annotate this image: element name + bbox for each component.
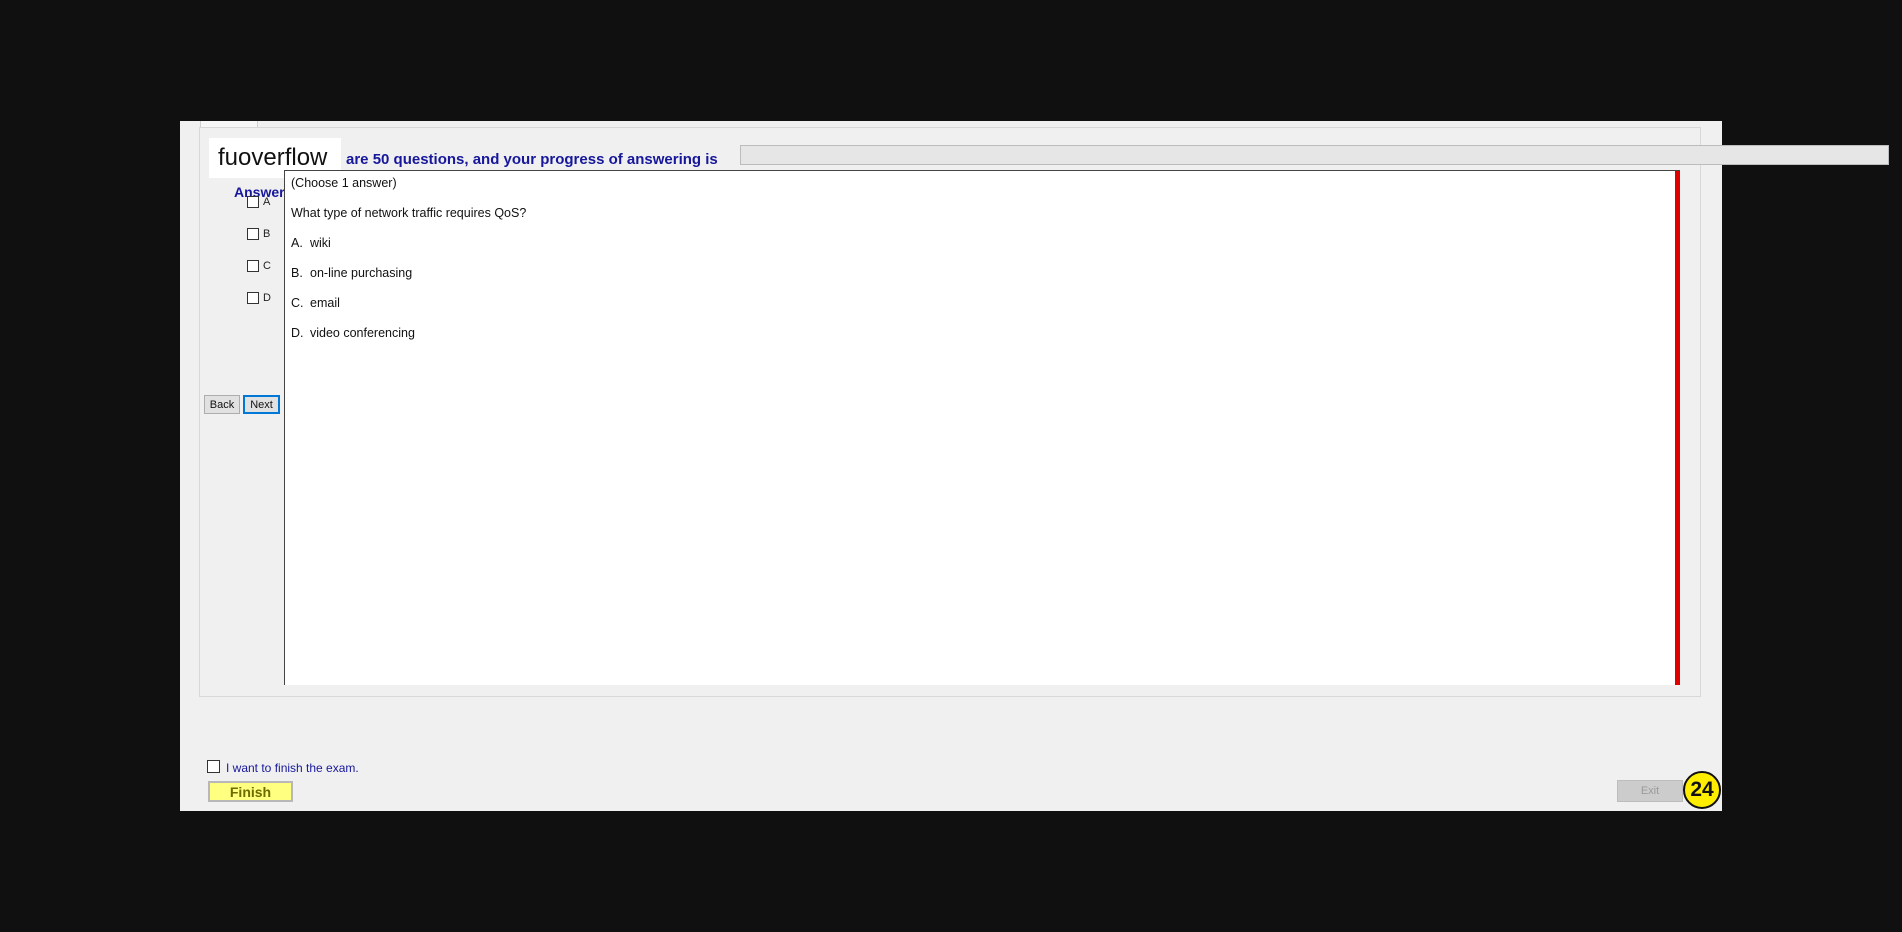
question-text: What type of network traffic requires Qo… [291, 206, 527, 220]
choice-text: on-line purchasing [310, 266, 413, 280]
exit-button[interactable]: Exit [1617, 780, 1683, 802]
scroll-marker [1675, 171, 1680, 685]
answer-option-label: B [263, 228, 271, 240]
exam-window: fuoverflow are 50 questions, and your pr… [180, 121, 1889, 811]
answer-option-c[interactable]: C [247, 258, 271, 274]
question-number-badge: 24 [1683, 771, 1721, 809]
checkbox-a[interactable] [247, 196, 259, 208]
choice-text: video conferencing [310, 326, 415, 340]
choice-text: wiki [310, 236, 331, 250]
choice-letter: C. [291, 296, 304, 310]
checkbox-c[interactable] [247, 260, 259, 272]
answer-option-a[interactable]: A [247, 194, 270, 210]
choice-letter: A. [291, 236, 303, 250]
answer-option-label: D [263, 292, 271, 304]
finish-exam-checkbox[interactable] [207, 760, 220, 773]
choice-d: D. video conferencing [291, 326, 415, 340]
answer-option-b[interactable]: B [247, 226, 270, 242]
finish-exam-label[interactable]: I want to finish the exam. [226, 761, 359, 775]
choice-letter: B. [291, 266, 303, 280]
question-panel: fuoverflow are 50 questions, and your pr… [199, 127, 1889, 697]
checkbox-d[interactable] [247, 292, 259, 304]
next-button[interactable]: Next [243, 395, 280, 414]
back-button[interactable]: Back [204, 395, 240, 414]
answer-option-d[interactable]: D [247, 290, 271, 306]
progress-bar [740, 145, 1889, 165]
finish-button[interactable]: Finish [208, 781, 293, 802]
choice-b: B. on-line purchasing [291, 266, 412, 280]
question-content: (Choose 1 answer) What type of network t… [284, 170, 1680, 685]
progress-text: are 50 questions, and your progress of a… [346, 151, 718, 168]
choice-c: C. email [291, 296, 340, 310]
choice-a: A. wiki [291, 236, 331, 250]
choice-text: email [310, 296, 340, 310]
question-instruction: (Choose 1 answer) [291, 176, 397, 190]
choice-letter: D. [291, 326, 304, 340]
checkbox-b[interactable] [247, 228, 259, 240]
answer-option-label: A [263, 196, 271, 208]
answer-option-label: C [263, 260, 271, 272]
